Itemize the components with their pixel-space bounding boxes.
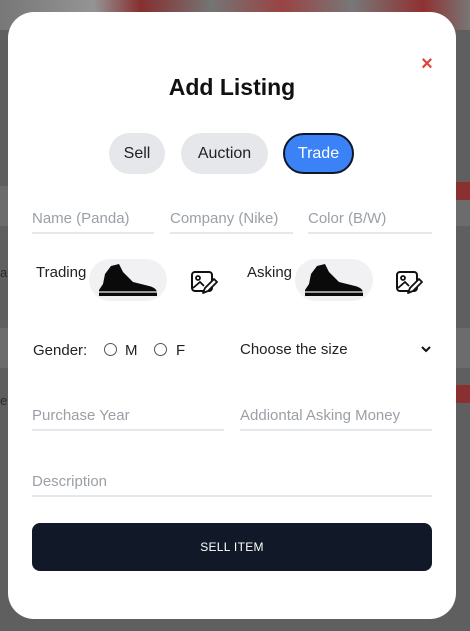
gender-label: Gender: [33, 342, 88, 359]
color-field [308, 204, 432, 234]
image-edit-icon[interactable] [395, 269, 423, 297]
company-field [170, 204, 293, 234]
name-input[interactable] [32, 204, 154, 232]
gender-radio-f[interactable] [154, 343, 167, 356]
asking-label: Asking [247, 264, 293, 281]
description-field [32, 467, 432, 497]
sneaker-icon [99, 264, 157, 296]
purchase-year-field [32, 401, 224, 431]
background-accent [456, 385, 470, 403]
asking-money-field [240, 401, 432, 431]
sneaker-icon [305, 264, 363, 296]
gender-option-m: M [125, 342, 138, 359]
sell-item-button[interactable]: SELL ITEM [32, 523, 432, 571]
tab-trade[interactable]: Trade [283, 133, 354, 174]
close-icon[interactable]: × [418, 54, 436, 74]
background-text: a [0, 265, 8, 280]
add-listing-modal: × Add Listing Sell Auction Trade Trading… [8, 12, 456, 619]
size-select[interactable]: Choose the size [240, 337, 432, 361]
asking-shoe-image[interactable] [295, 259, 373, 301]
trading-label: Trading [36, 264, 87, 281]
chevron-down-icon [421, 346, 431, 353]
name-field [32, 204, 154, 234]
size-select-value: Choose the size [240, 340, 348, 358]
company-input[interactable] [170, 204, 293, 232]
modal-title: Add Listing [168, 74, 296, 100]
image-edit-icon[interactable] [190, 269, 218, 297]
purchase-year-input[interactable] [32, 401, 224, 429]
asking-money-input[interactable] [240, 401, 432, 429]
trading-shoe-image[interactable] [89, 259, 167, 301]
color-input[interactable] [308, 204, 432, 232]
background-accent [456, 182, 470, 200]
tab-sell[interactable]: Sell [109, 133, 165, 174]
tab-auction[interactable]: Auction [181, 133, 268, 174]
gender-option-f: F [176, 342, 186, 359]
description-input[interactable] [32, 467, 432, 495]
gender-radio-m[interactable] [104, 343, 117, 356]
